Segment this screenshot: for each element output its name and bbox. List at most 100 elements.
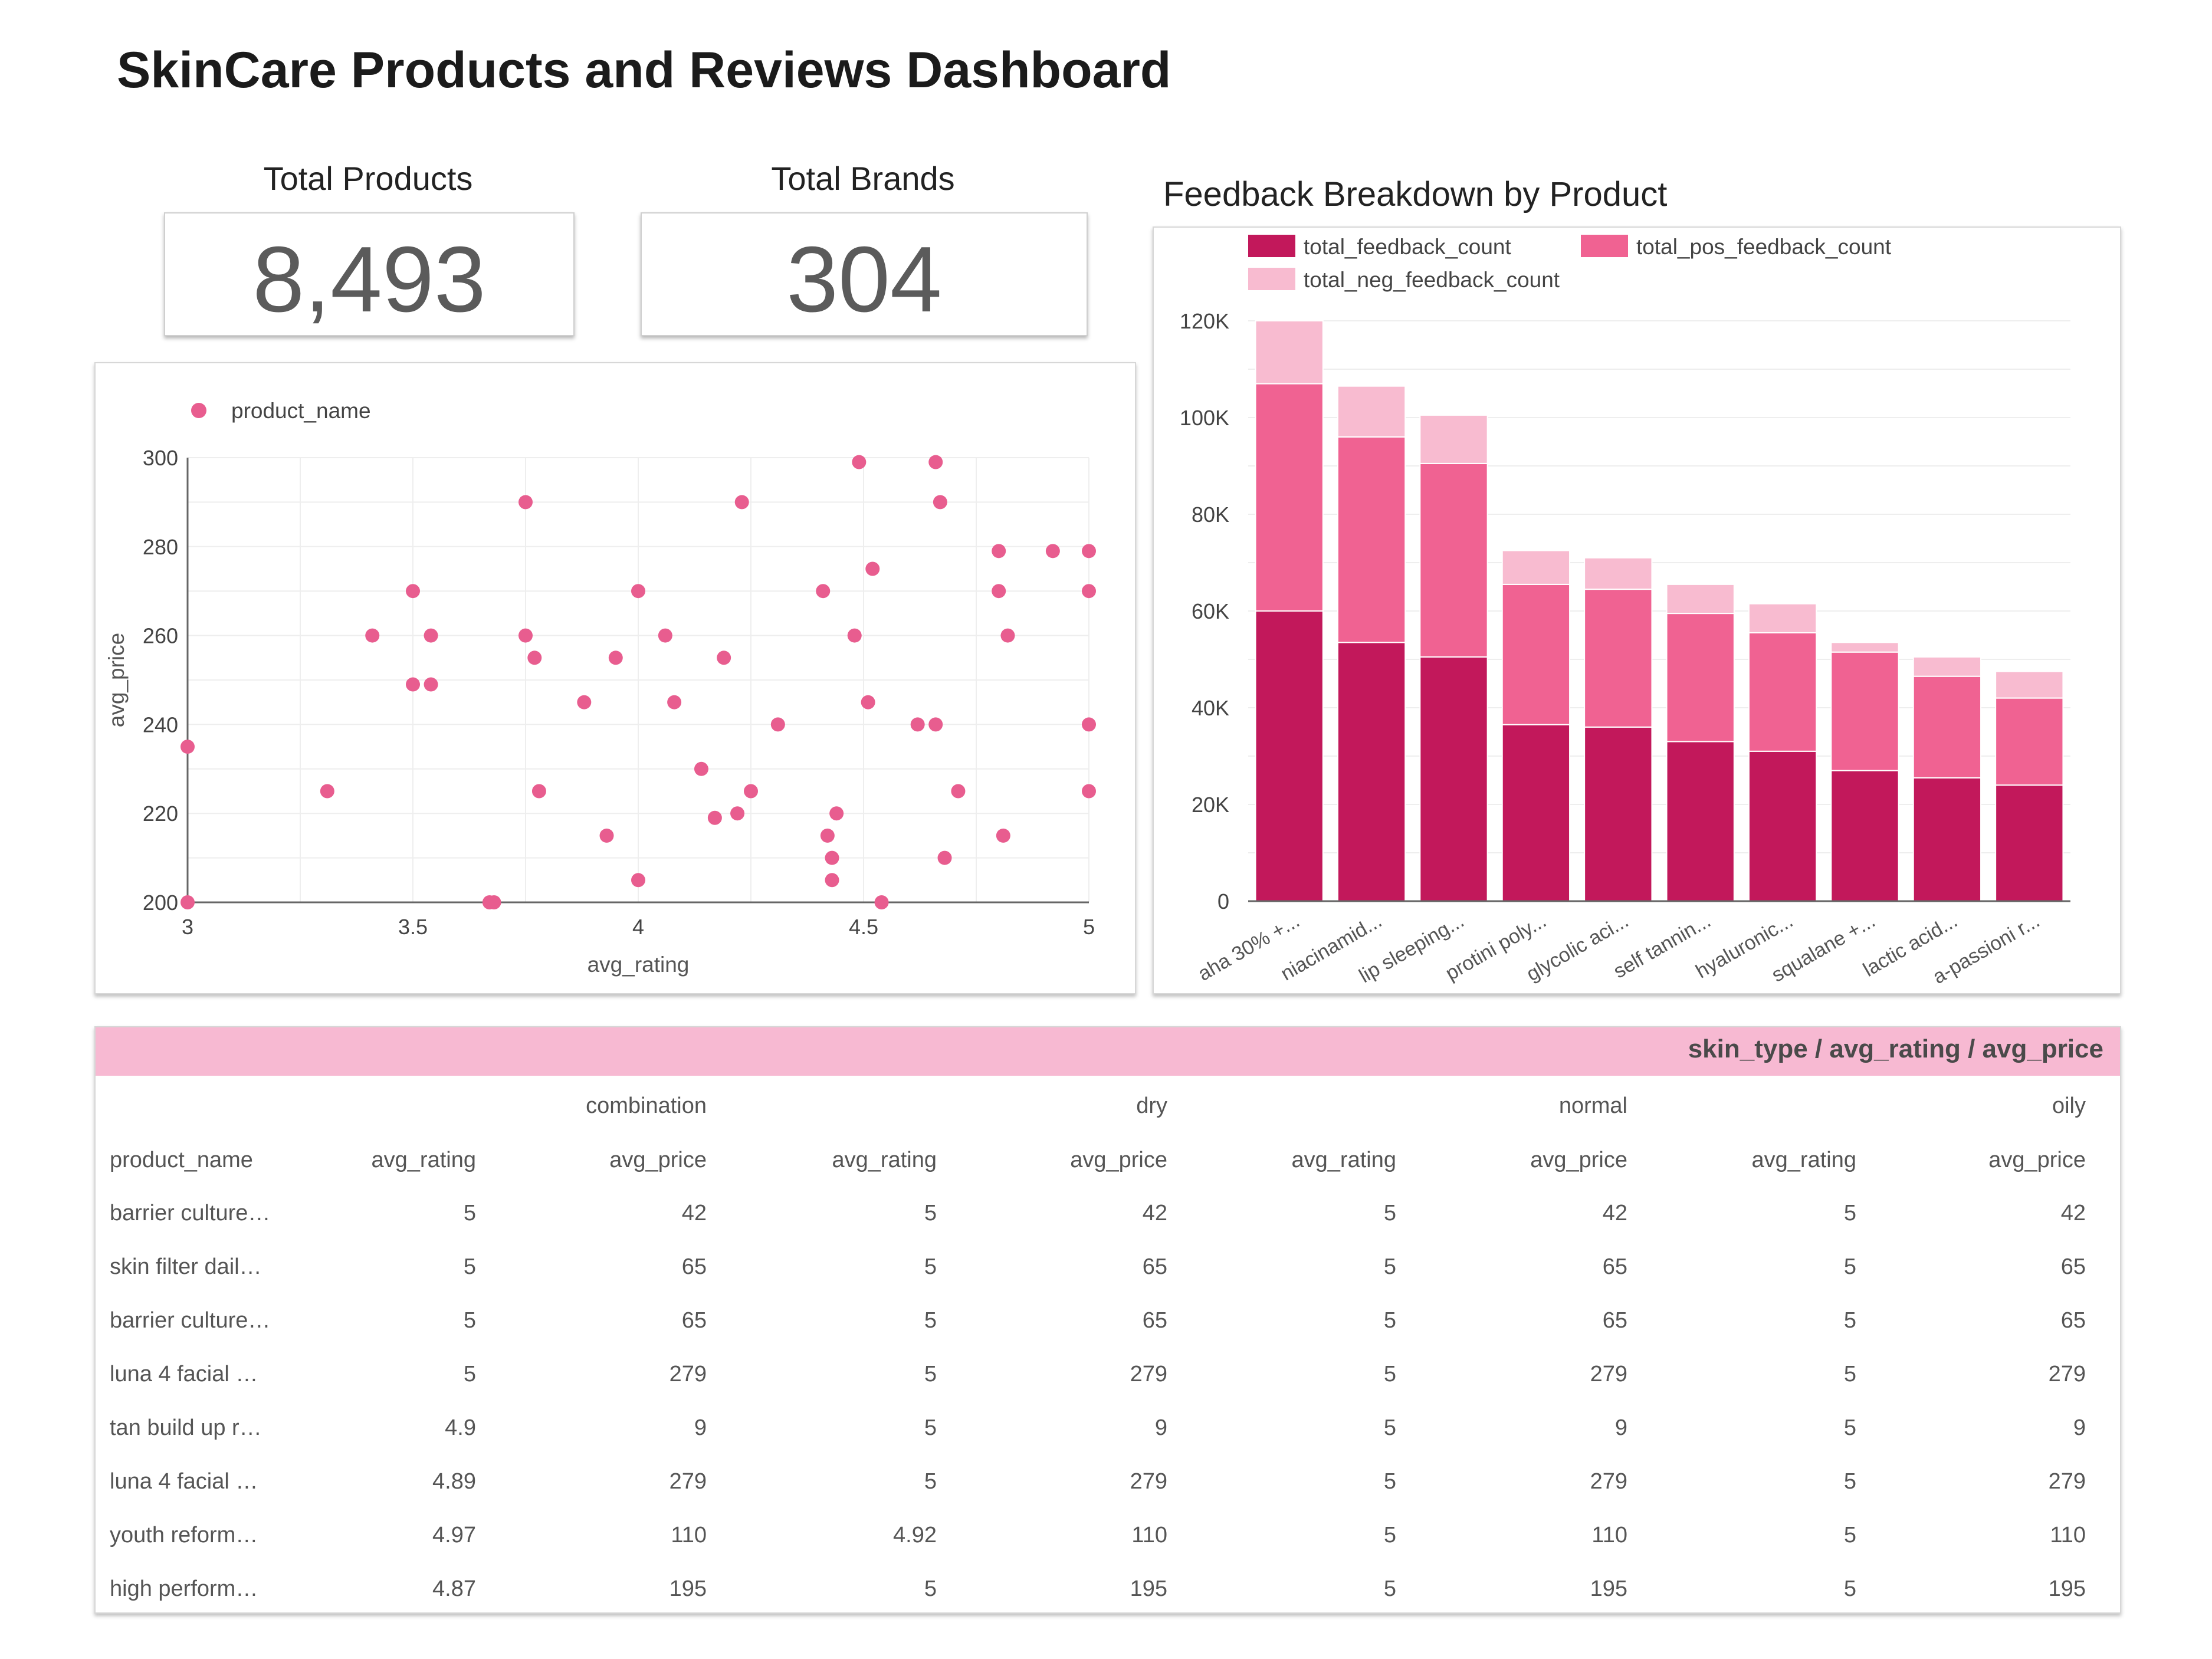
bar-segment-total_pos_feedback_count — [1419, 462, 1488, 658]
bar-segment-total_neg_feedback_count — [1337, 385, 1406, 438]
legend-swatch-neg-feedback — [1248, 268, 1295, 290]
column-header-avg_price: avg_price — [1530, 1148, 1627, 1172]
table-cell-avg_price: 42 — [2060, 1201, 2086, 1226]
bar-segment-total_pos_feedback_count — [1584, 589, 1653, 728]
table-cell-avg_price: 65 — [1602, 1254, 1627, 1279]
table-cell-avg_rating: 5 — [463, 1254, 476, 1279]
table-cell-avg_price: 9 — [694, 1415, 707, 1440]
table-cell-avg_price: 110 — [2050, 1523, 2086, 1548]
table-cell-avg_rating: 5 — [924, 1254, 937, 1279]
bar-segment-total_neg_feedback_count — [1255, 320, 1324, 385]
table-cell-avg_price: 279 — [669, 1469, 707, 1494]
bar-segment-total_neg_feedback_count — [1584, 557, 1653, 590]
bar-segment-total_pos_feedback_count — [1912, 675, 1982, 778]
table-cell-avg_price: 279 — [2048, 1469, 2086, 1494]
bar-segment-total_pos_feedback_count — [1255, 383, 1324, 612]
table-cell-avg_rating: 5 — [1843, 1576, 1856, 1601]
bar-segment-total_neg_feedback_count — [1666, 583, 1735, 615]
table-cell-avg_rating: 5 — [924, 1362, 937, 1387]
legend-label-feedback: total_feedback_count — [1304, 235, 1511, 259]
column-header-product-name: product_name — [110, 1148, 253, 1172]
table-cell-avg_rating: 5 — [1383, 1201, 1396, 1226]
bar-y-tick-label: 20K — [1192, 793, 1229, 817]
table-cell-avg_rating: 4.89 — [432, 1469, 476, 1494]
table-cell-avg_rating: 5 — [1843, 1308, 1856, 1333]
bar-segment-total_neg_feedback_count — [1912, 656, 1982, 677]
skin-type-header-normal: normal — [1558, 1093, 1627, 1118]
skin-type-header-dry: dry — [1136, 1093, 1167, 1118]
table-cell-avg_rating: 5 — [1383, 1415, 1396, 1440]
bar-y-tick-label: 60K — [1192, 599, 1229, 623]
table-cell-avg_price: 42 — [1142, 1201, 1167, 1226]
bar-segment-total_pos_feedback_count — [1666, 613, 1735, 743]
table-cell-avg_price: 110 — [1131, 1523, 1167, 1548]
table-cell-avg_rating: 5 — [1383, 1308, 1396, 1333]
table-cell-avg_rating: 5 — [463, 1362, 476, 1387]
table-cell-avg_rating: 5 — [1843, 1523, 1856, 1548]
column-header-avg_rating: avg_rating — [371, 1148, 476, 1172]
table-cell-avg_price: 9 — [1614, 1415, 1627, 1440]
column-header-avg_price: avg_price — [1070, 1148, 1167, 1172]
table-cell-avg_rating: 5 — [924, 1201, 937, 1226]
table-cell-product-name: youth reform… — [110, 1523, 258, 1548]
table-cell-avg_price: 195 — [669, 1576, 707, 1601]
table-cell-product-name: luna 4 facial … — [110, 1362, 258, 1387]
bar-segment-total_feedback_count — [1255, 610, 1324, 902]
column-header-avg_rating: avg_rating — [1291, 1148, 1396, 1172]
bar-segment-total_neg_feedback_count — [1748, 603, 1817, 633]
legend-swatch-pos-feedback — [1581, 235, 1628, 257]
table-cell-avg_price: 65 — [681, 1254, 707, 1279]
table-cell-avg_price: 195 — [1130, 1576, 1167, 1601]
bar-segment-total_pos_feedback_count — [1995, 697, 2064, 786]
bar-y-tick-label: 120K — [1180, 309, 1229, 333]
column-header-avg_price: avg_price — [1988, 1148, 2086, 1172]
table-cell-avg_price: 279 — [1590, 1362, 1627, 1387]
bar-segment-total_feedback_count — [1748, 750, 1817, 902]
table-cell-avg_rating: 5 — [463, 1201, 476, 1226]
table-cell-avg_price: 42 — [1602, 1201, 1627, 1226]
pivot-table[interactable]: skin_type / avg_rating / avg_price combi… — [94, 1026, 2121, 1614]
table-cell-avg_price: 65 — [1142, 1254, 1167, 1279]
skin-type-header-oily: oily — [2052, 1093, 2086, 1118]
bar-segment-total_pos_feedback_count — [1748, 632, 1817, 752]
bar-segment-total_feedback_count — [1584, 726, 1653, 902]
table-cell-avg_rating: 5 — [924, 1308, 937, 1333]
table-cell-product-name: high perform… — [110, 1576, 258, 1601]
table-cell-avg_price: 195 — [1590, 1576, 1627, 1601]
bar-segment-total_feedback_count — [1995, 784, 2064, 902]
table-cell-avg_price: 279 — [669, 1362, 707, 1387]
table-cell-avg_price: 65 — [2060, 1254, 2086, 1279]
bar-y-tick-label: 0 — [1217, 889, 1229, 914]
table-cell-avg_rating: 5 — [1843, 1254, 1856, 1279]
table-cell-avg_rating: 4.97 — [432, 1523, 476, 1548]
bar-segment-total_pos_feedback_count — [1337, 436, 1406, 643]
table-cell-avg_rating: 5 — [1843, 1415, 1856, 1440]
table-cell-avg_price: 65 — [1602, 1308, 1627, 1333]
skin-type-header-combination: combination — [586, 1093, 707, 1118]
table-cell-avg_rating: 5 — [1383, 1254, 1396, 1279]
table-cell-avg_rating: 5 — [924, 1576, 937, 1601]
column-header-avg_rating: avg_rating — [832, 1148, 937, 1172]
table-cell-avg_rating: 5 — [924, 1469, 937, 1494]
table-cell-avg_rating: 4.87 — [432, 1576, 476, 1601]
bar-y-tick-label: 80K — [1192, 502, 1229, 527]
table-cell-avg_price: 195 — [2048, 1576, 2086, 1601]
bar-y-tick-label: 40K — [1192, 696, 1229, 720]
table-cell-avg_price: 9 — [2073, 1415, 2086, 1440]
table-cell-avg_price: 279 — [2048, 1362, 2086, 1387]
table-cell-avg_rating: 4.9 — [445, 1415, 476, 1440]
table-cell-product-name: skin filter dail… — [110, 1254, 262, 1279]
bar-segment-total_feedback_count — [1666, 741, 1735, 902]
bar-segment-total_feedback_count — [1337, 642, 1406, 902]
table-cell-avg_price: 65 — [681, 1308, 707, 1333]
legend-label-pos-feedback: total_pos_feedback_count — [1636, 235, 1892, 259]
table-cell-product-name: luna 4 facial … — [110, 1469, 258, 1494]
table-cell-avg_price: 110 — [671, 1523, 707, 1548]
pivot-table-header: skin_type / avg_rating / avg_price — [96, 1027, 2120, 1076]
bar-segment-total_neg_feedback_count — [1995, 671, 2064, 699]
table-cell-avg_rating: 5 — [1383, 1523, 1396, 1548]
column-header-avg_price: avg_price — [609, 1148, 707, 1172]
table-cell-avg_price: 110 — [1591, 1523, 1627, 1548]
bar-segment-total_neg_feedback_count — [1419, 414, 1488, 464]
bar-y-tick-label: 100K — [1180, 406, 1229, 430]
